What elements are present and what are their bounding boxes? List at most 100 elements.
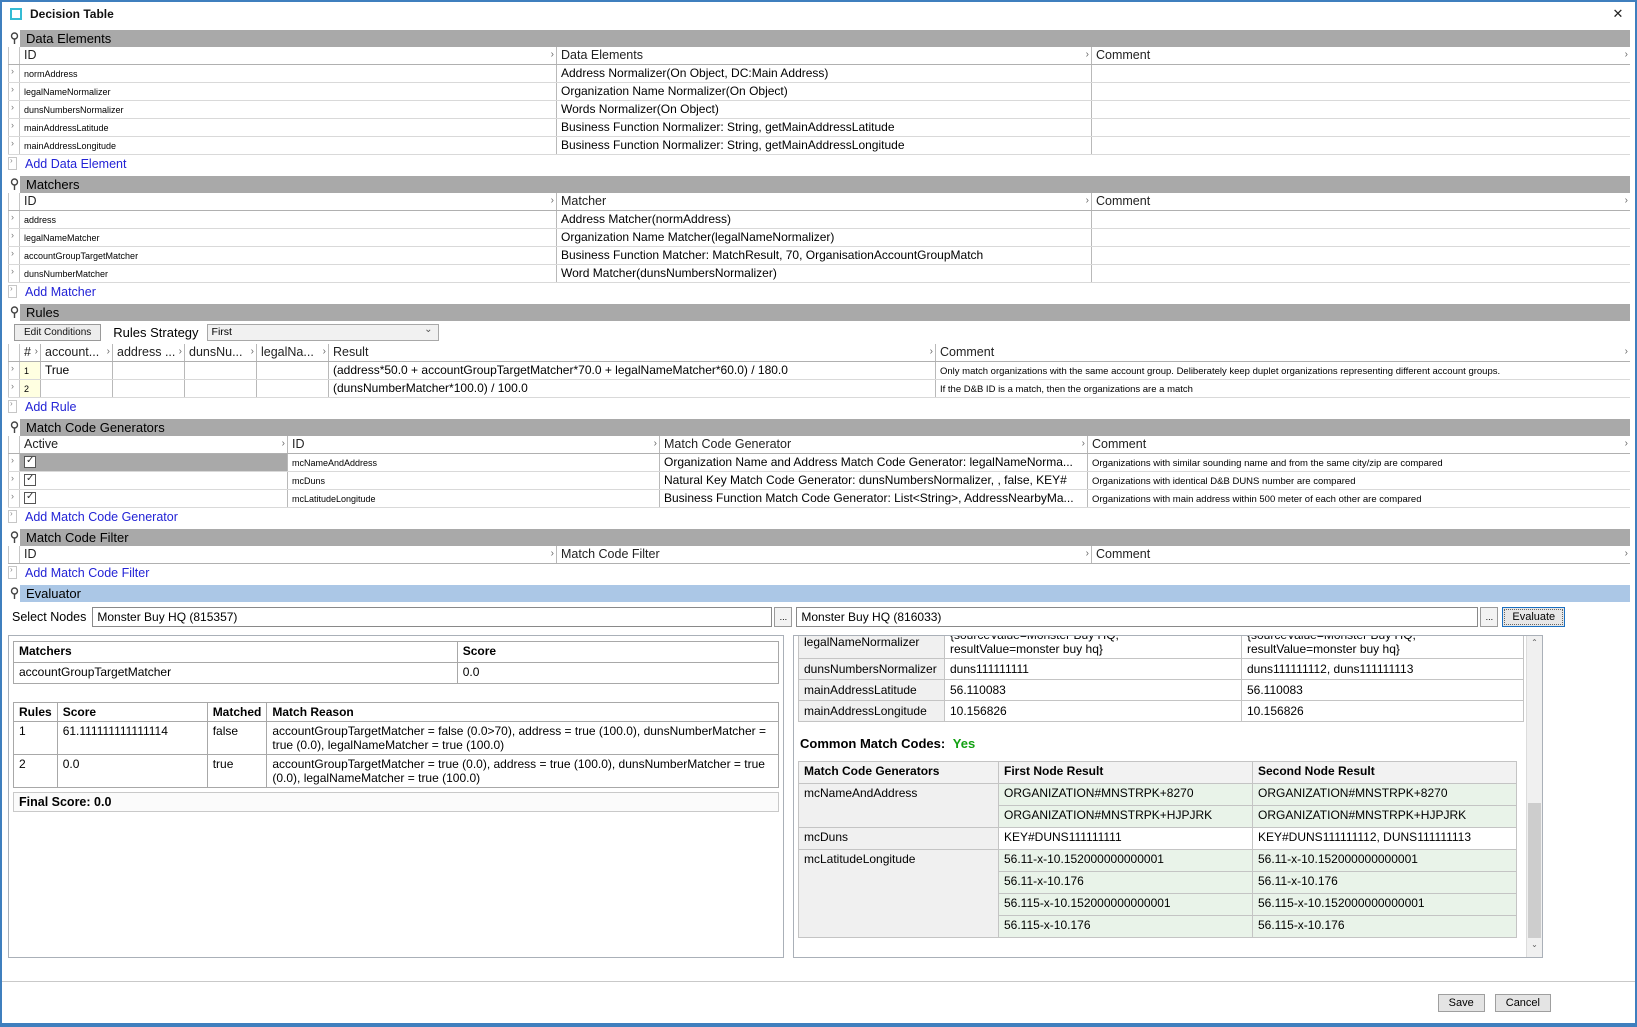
- table-row[interactable]: dunsNumbersNormalizer Words Normalizer(O…: [8, 101, 1630, 119]
- browse-first-node-button[interactable]: ...: [774, 607, 792, 627]
- vertical-scrollbar[interactable]: [1526, 636, 1542, 957]
- cell-generator[interactable]: Natural Key Match Code Generator: dunsNu…: [660, 472, 1088, 489]
- table-row[interactable]: mainAddressLongitude Business Function N…: [8, 137, 1630, 155]
- cell-value[interactable]: Address Normalizer(On Object, DC:Main Ad…: [557, 65, 1092, 82]
- row-expander-icon[interactable]: [8, 83, 20, 100]
- match-code-row[interactable]: mcNameAndAddress ORGANIZATION#MNSTRPK+82…: [799, 784, 1517, 806]
- second-node-input[interactable]: [796, 607, 1478, 627]
- cell-value[interactable]: Address Matcher(normAddress): [557, 211, 1092, 228]
- col-account[interactable]: account...: [41, 344, 113, 361]
- cell-comment[interactable]: [1092, 119, 1630, 136]
- match-code-row[interactable]: mcDuns KEY#DUNS111111111 KEY#DUNS1111111…: [799, 828, 1517, 850]
- col-id[interactable]: ID: [20, 546, 557, 563]
- scroll-down-icon[interactable]: [1527, 942, 1542, 957]
- cell-id[interactable]: address: [20, 211, 557, 228]
- cell-comment[interactable]: Organizations with identical D&B DUNS nu…: [1088, 472, 1630, 489]
- add-matcher-link[interactable]: Add Matcher: [25, 285, 96, 299]
- cell-comment[interactable]: If the D&B ID is a match, then the organ…: [936, 380, 1630, 397]
- cell-generator[interactable]: Business Function Match Code Generator: …: [660, 490, 1088, 507]
- rules-strategy-dropdown[interactable]: First: [207, 324, 439, 341]
- cell-result[interactable]: (address*50.0 + accountGroupTargetMatche…: [329, 362, 936, 379]
- row-expander-icon[interactable]: [8, 490, 20, 507]
- add-match-code-generator-link[interactable]: Add Match Code Generator: [25, 510, 178, 524]
- cell-comment[interactable]: [1092, 265, 1630, 282]
- cell-address[interactable]: [113, 362, 185, 379]
- cell-account[interactable]: True: [41, 362, 113, 379]
- mcg-row[interactable]: mcNameAndAddress Organization Name and A…: [8, 454, 1630, 472]
- scroll-up-icon[interactable]: [1527, 636, 1542, 651]
- scrollbar-thumb[interactable]: [1528, 803, 1541, 938]
- cell-comment[interactable]: [1092, 101, 1630, 118]
- cell-generator[interactable]: Organization Name and Address Match Code…: [660, 454, 1088, 471]
- cell-active[interactable]: [20, 490, 288, 507]
- table-row[interactable]: legalNameMatcher Organization Name Match…: [8, 229, 1630, 247]
- cell-comment[interactable]: Organizations with main address within 5…: [1088, 490, 1630, 507]
- row-expander-icon[interactable]: [8, 211, 20, 228]
- cell-comment[interactable]: Organizations with similar sounding name…: [1088, 454, 1630, 471]
- row-expander-icon[interactable]: [8, 137, 20, 154]
- pin-icon[interactable]: [8, 304, 20, 321]
- normalizer-row[interactable]: dunsNumbersNormalizer duns111111111 duns…: [799, 659, 1524, 680]
- row-expander-icon[interactable]: [8, 101, 20, 118]
- cell-id[interactable]: mainAddressLongitude: [20, 137, 557, 154]
- cell-legal[interactable]: [257, 362, 329, 379]
- edit-conditions-button[interactable]: Edit Conditions: [14, 324, 101, 341]
- add-data-element-link[interactable]: Add Data Element: [25, 157, 126, 171]
- col-comment[interactable]: Comment: [1092, 546, 1630, 563]
- matcher-score-row[interactable]: accountGroupTargetMatcher 0.0: [14, 663, 779, 684]
- pin-icon[interactable]: [8, 419, 20, 436]
- cell-comment[interactable]: [1092, 83, 1630, 100]
- cell-value[interactable]: Business Function Normalizer: String, ge…: [557, 137, 1092, 154]
- rule-row[interactable]: 1 True (address*50.0 + accountGroupTarge…: [8, 362, 1630, 380]
- save-button[interactable]: Save: [1438, 994, 1485, 1012]
- cell-id[interactable]: accountGroupTargetMatcher: [20, 247, 557, 264]
- cell-value[interactable]: Organization Name Normalizer(On Object): [557, 83, 1092, 100]
- cell-result[interactable]: (dunsNumberMatcher*100.0) / 100.0: [329, 380, 936, 397]
- table-row[interactable]: mainAddressLatitude Business Function No…: [8, 119, 1630, 137]
- pin-icon[interactable]: [8, 176, 20, 193]
- col-generator[interactable]: Match Code Generator: [660, 436, 1088, 453]
- cell-value[interactable]: Words Normalizer(On Object): [557, 101, 1092, 118]
- section-header-data-elements[interactable]: Data Elements: [20, 30, 1630, 47]
- col-address[interactable]: address ...: [113, 344, 185, 361]
- cell-comment[interactable]: Only match organizations with the same a…: [936, 362, 1630, 379]
- col-legal[interactable]: legalNa...: [257, 344, 329, 361]
- cell-value[interactable]: Word Matcher(dunsNumbersNormalizer): [557, 265, 1092, 282]
- match-code-row[interactable]: mcLatitudeLongitude 56.11-x-10.152000000…: [799, 850, 1517, 872]
- table-row[interactable]: normAddress Address Normalizer(On Object…: [8, 65, 1630, 83]
- cell-id[interactable]: legalNameMatcher: [20, 229, 557, 246]
- table-row[interactable]: address Address Matcher(normAddress): [8, 211, 1630, 229]
- section-header-rules[interactable]: Rules: [20, 304, 1630, 321]
- table-row[interactable]: dunsNumberMatcher Word Matcher(dunsNumbe…: [8, 265, 1630, 283]
- cell-duns[interactable]: [185, 362, 257, 379]
- table-row[interactable]: legalNameNormalizer Organization Name No…: [8, 83, 1630, 101]
- col-active[interactable]: Active: [20, 436, 288, 453]
- cell-comment[interactable]: [1092, 65, 1630, 82]
- row-expander-icon[interactable]: [8, 454, 20, 471]
- cell-comment[interactable]: [1092, 211, 1630, 228]
- section-header-evaluator[interactable]: Evaluator: [20, 585, 1630, 602]
- cancel-button[interactable]: Cancel: [1495, 994, 1551, 1012]
- col-comment[interactable]: Comment: [1092, 193, 1630, 210]
- pin-icon[interactable]: [8, 585, 20, 602]
- browse-second-node-button[interactable]: ...: [1480, 607, 1498, 627]
- section-header-match-code-filter[interactable]: Match Code Filter: [20, 529, 1630, 546]
- mcg-row[interactable]: mcLatitudeLongitude Business Function Ma…: [8, 490, 1630, 508]
- pin-icon[interactable]: [8, 30, 20, 47]
- row-expander-icon[interactable]: [8, 65, 20, 82]
- cell-id[interactable]: legalNameNormalizer: [20, 83, 557, 100]
- col-comment[interactable]: Comment: [936, 344, 1630, 361]
- rule-row[interactable]: 2 (dunsNumberMatcher*100.0) / 100.0 If t…: [8, 380, 1630, 398]
- cell-id[interactable]: mainAddressLatitude: [20, 119, 557, 136]
- add-rule-link[interactable]: Add Rule: [25, 400, 76, 414]
- cell-duns[interactable]: [185, 380, 257, 397]
- add-match-code-filter-link[interactable]: Add Match Code Filter: [25, 566, 149, 580]
- first-node-input[interactable]: [92, 607, 772, 627]
- col-comment[interactable]: Comment: [1092, 47, 1630, 64]
- active-checkbox[interactable]: [24, 492, 36, 504]
- col-id[interactable]: ID: [288, 436, 660, 453]
- cell-id[interactable]: mcNameAndAddress: [288, 454, 660, 471]
- cell-value[interactable]: Business Function Normalizer: String, ge…: [557, 119, 1092, 136]
- cell-active-selected[interactable]: [20, 454, 288, 471]
- cell-legal[interactable]: [257, 380, 329, 397]
